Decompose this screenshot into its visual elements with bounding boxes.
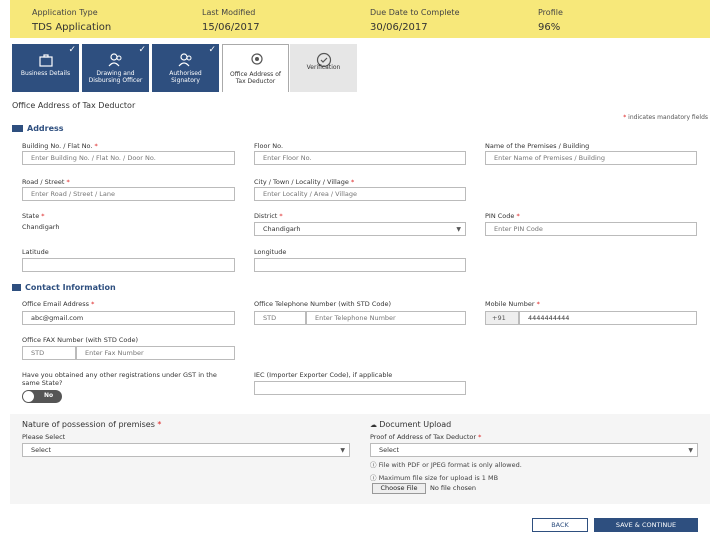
save-continue-button[interactable]: SAVE & CONTINUE: [594, 518, 698, 532]
state-label: State *: [22, 212, 45, 220]
fax-label: Office FAX Number (with STD Code): [22, 336, 139, 344]
fax-std-input[interactable]: [22, 346, 76, 360]
tab-drawing-disbursing-officer[interactable]: ✓ Drawing and Disbursing Officer: [82, 44, 149, 92]
upload-note-size: ⓘ Maximum file size for upload is 1 MB: [370, 474, 499, 482]
district-label: District *: [254, 212, 283, 220]
tab-label: Drawing and Disbursing Officer: [88, 70, 143, 84]
upload-note-format: ⓘ File with PDF or JPEG format is only a…: [370, 461, 522, 469]
road-label: Road / Street *: [22, 178, 70, 186]
upload-icon: ☁: [370, 421, 380, 429]
pin-label: PIN Code *: [485, 212, 520, 220]
building-input[interactable]: [22, 151, 235, 165]
floor-label: Floor No.: [254, 142, 284, 150]
info-icon: ⓘ: [370, 461, 379, 469]
proof-label: Proof of Address of Tax Deductor *: [370, 433, 482, 441]
telephone-input[interactable]: [306, 311, 466, 325]
last-modified-value: 15/06/2017: [202, 22, 260, 33]
tab-complete-check-icon: ✓: [208, 45, 216, 55]
no-file-text: No file chosen: [430, 484, 477, 492]
mandatory-note: * indicates mandatory fields: [623, 114, 708, 121]
users-icon: [108, 53, 122, 67]
tab-label: Business Details: [20, 70, 71, 77]
briefcase-icon: [39, 54, 53, 67]
last-modified-label: Last Modified: [202, 8, 256, 17]
tab-complete-check-icon: ✓: [68, 45, 76, 55]
floor-input[interactable]: [254, 151, 466, 165]
chevron-down-icon: ▼: [688, 447, 693, 454]
state-value: Chandigarh: [22, 223, 60, 231]
page-title: Office Address of Tax Deductor: [12, 101, 136, 110]
latitude-input[interactable]: [22, 258, 235, 272]
gst-question: Have you obtained any other registration…: [22, 371, 217, 387]
telephone-label: Office Telephone Number (with STD Code): [254, 300, 392, 308]
city-label: City / Town / Locality / Village *: [254, 178, 355, 186]
proof-select[interactable]: Select ▼: [370, 443, 698, 457]
tab-authorised-signatory[interactable]: ✓ Authorised Signatory: [152, 44, 219, 92]
email-input[interactable]: [22, 311, 235, 325]
building-label: Building No. / Flat No. *: [22, 142, 98, 150]
premises-label: Name of the Premises / Building: [485, 142, 590, 150]
tab-verification[interactable]: Verification: [290, 44, 357, 92]
road-input[interactable]: [22, 187, 235, 201]
users-icon: [178, 53, 192, 67]
mobile-input[interactable]: [519, 311, 697, 325]
mobile-prefix: +91: [485, 311, 519, 325]
city-input[interactable]: [254, 187, 466, 201]
due-date-label: Due Date to Complete: [370, 8, 460, 17]
address-card-icon: [12, 125, 23, 132]
location-icon: [251, 53, 263, 65]
tab-business-details[interactable]: ✓ Business Details: [12, 44, 79, 92]
chevron-down-icon: ▼: [456, 226, 461, 233]
tab-complete-check-icon: ✓: [138, 45, 146, 55]
possession-heading: Nature of possession of premises *: [22, 420, 162, 429]
tab-office-address[interactable]: Office Address of Tax Deductor: [222, 44, 289, 92]
iec-label: IEC (Importer Exporter Code), if applica…: [254, 371, 393, 379]
possession-sub-label: Please Select: [22, 433, 66, 441]
chevron-down-icon: ▼: [340, 447, 345, 454]
application-type-value: TDS Application: [32, 22, 112, 33]
choose-file-button[interactable]: Choose File: [372, 483, 426, 494]
mobile-label: Mobile Number *: [485, 300, 540, 308]
iec-input[interactable]: [254, 381, 466, 395]
email-label: Office Email Address *: [22, 300, 95, 308]
std-input[interactable]: [254, 311, 306, 325]
latitude-label: Latitude: [22, 248, 49, 256]
tab-label: Office Address of Tax Deductor: [229, 71, 281, 85]
wizard-tabs: ✓ Business Details ✓ Drawing and Disburs…: [10, 44, 360, 92]
application-type-label: Application Type: [32, 8, 98, 17]
district-select[interactable]: Chandigarh ▼: [254, 222, 466, 236]
longitude-label: Longitude: [254, 248, 287, 256]
address-heading: Address: [12, 124, 64, 133]
tab-label: Authorised Signatory: [169, 70, 202, 84]
contact-heading: Contact Information: [12, 283, 116, 292]
upload-heading: ☁ Document Upload: [370, 420, 452, 429]
possession-select[interactable]: Select ▼: [22, 443, 350, 457]
toggle-knob: [23, 391, 34, 402]
longitude-input[interactable]: [254, 258, 466, 272]
premises-input[interactable]: [485, 151, 697, 165]
due-date-value: 30/06/2017: [370, 22, 428, 33]
profile-value: 96%: [538, 22, 561, 33]
envelope-icon: [12, 284, 21, 291]
info-icon: ⓘ: [370, 474, 379, 482]
gst-registration-toggle[interactable]: No: [22, 390, 62, 403]
back-button[interactable]: BACK: [532, 518, 588, 532]
fax-input[interactable]: [76, 346, 235, 360]
pin-input[interactable]: [485, 222, 697, 236]
toggle-text: No: [44, 392, 54, 399]
application-info-bar: Application Type TDS Application Last Mo…: [10, 0, 710, 38]
profile-label: Profile: [538, 8, 563, 17]
tab-label: Verification: [306, 64, 341, 71]
